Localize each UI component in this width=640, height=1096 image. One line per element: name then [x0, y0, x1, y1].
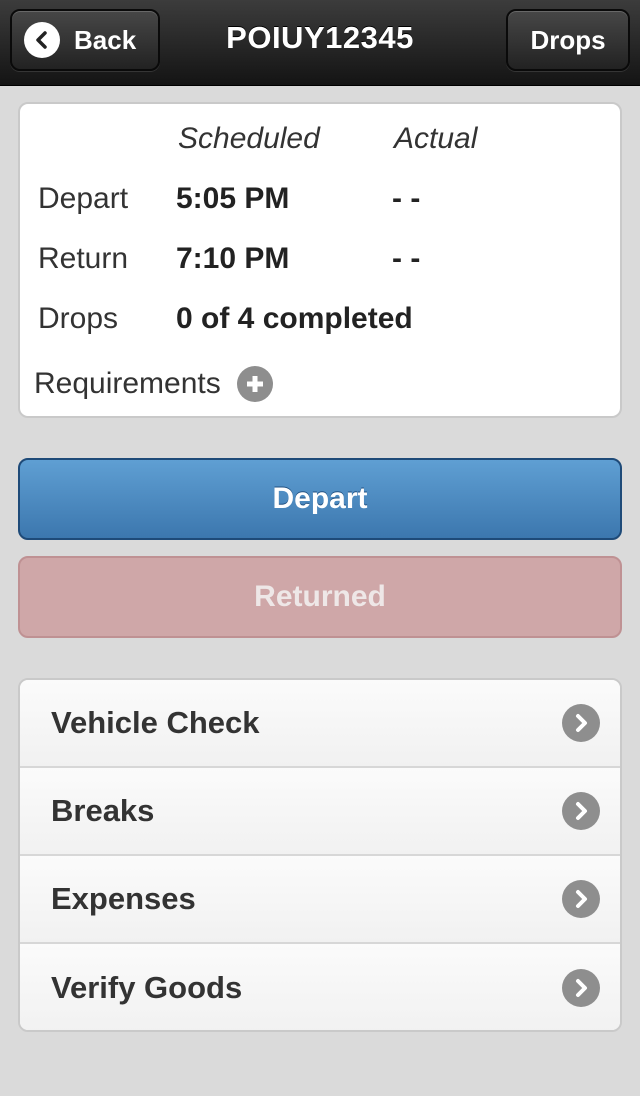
menu-item-breaks[interactable]: Breaks: [20, 768, 620, 856]
return-scheduled-value: 7:10 PM: [176, 242, 290, 275]
chevron-left-icon: [24, 22, 60, 58]
trip-summary-card: Scheduled Actual Depart 5:05 PM - - Retu…: [18, 102, 622, 418]
header-bar: Back POIUY12345 Drops: [0, 0, 640, 86]
list-item-label: Breaks: [51, 793, 155, 828]
back-button[interactable]: Back: [10, 9, 160, 71]
depart-actual-value: - -: [392, 182, 421, 215]
depart-row-label: Depart: [38, 182, 129, 215]
chevron-right-icon: [562, 792, 600, 830]
requirements-label: Requirements: [34, 367, 221, 400]
menu-item-vehicle-check[interactable]: Vehicle Check: [20, 680, 620, 768]
list-item-label: Vehicle Check: [51, 705, 260, 740]
menu-item-expenses[interactable]: Expenses: [20, 856, 620, 944]
chevron-right-icon: [562, 704, 600, 742]
depart-button[interactable]: Depart: [18, 458, 622, 540]
depart-scheduled-value: 5:05 PM: [176, 182, 290, 215]
drops-button[interactable]: Drops: [506, 9, 630, 71]
plus-circle-icon[interactable]: [236, 366, 273, 402]
trip-menu-list: Vehicle Check Breaks Expenses Verify Goo…: [18, 678, 622, 1032]
drops-row-label: Drops: [38, 302, 119, 335]
menu-item-verify-goods[interactable]: Verify Goods: [20, 944, 620, 1030]
list-item-label: Verify Goods: [51, 970, 243, 1005]
chevron-right-icon: [562, 880, 600, 918]
list-item-label: Expenses: [51, 881, 196, 916]
back-button-label: Back: [74, 24, 137, 55]
actual-column-header: Actual: [394, 122, 478, 155]
return-actual-value: - -: [392, 242, 421, 275]
chevron-right-icon: [562, 969, 600, 1007]
return-row-label: Return: [38, 242, 129, 275]
page-title: POIUY12345: [226, 20, 414, 55]
scheduled-column-header: Scheduled: [178, 122, 320, 155]
returned-button[interactable]: Returned: [18, 556, 622, 638]
drops-progress-value: 0 of 4 completed: [176, 302, 413, 335]
requirements-toggle[interactable]: Requirements: [34, 366, 273, 402]
